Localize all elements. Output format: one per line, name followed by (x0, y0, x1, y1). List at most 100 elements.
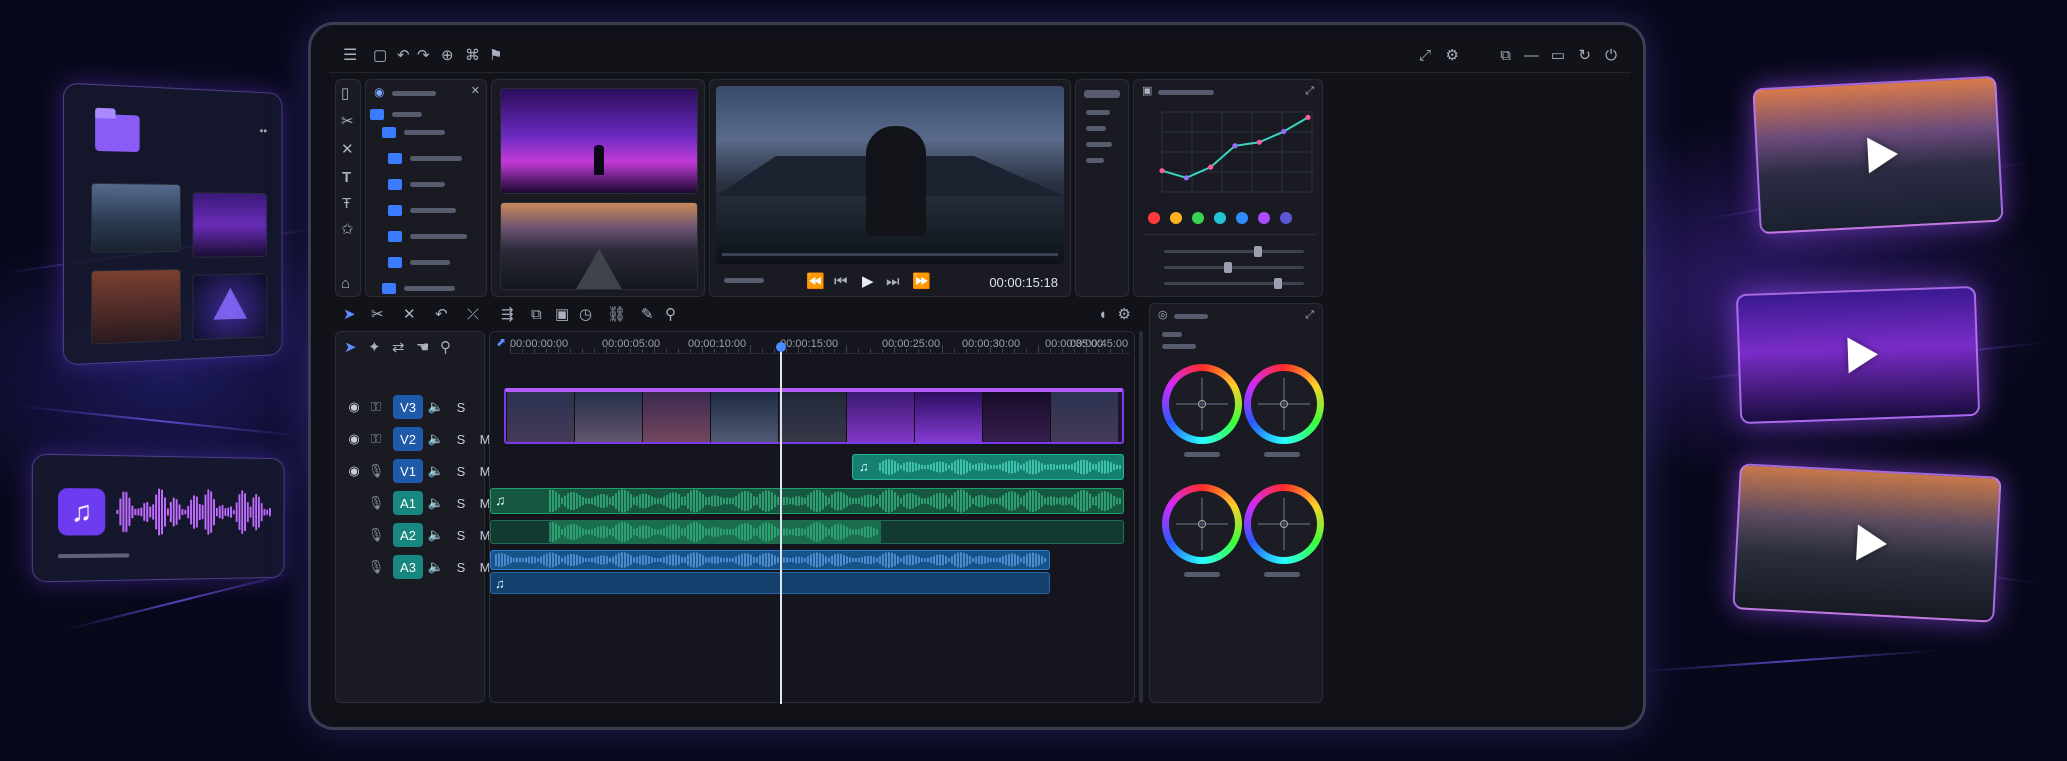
zoom-tool-icon[interactable]: ⚲ (440, 340, 451, 355)
copy-icon[interactable]: ⧉ (531, 307, 542, 322)
speaker-icon[interactable]: 🔈 (423, 495, 449, 511)
offset-color-wheel[interactable] (1244, 484, 1324, 564)
video-clip-thumbnail[interactable] (506, 392, 574, 444)
adjust-slider[interactable] (1164, 266, 1304, 269)
solo-button[interactable]: S (449, 400, 473, 415)
trim-icon[interactable]: ⤫ (467, 307, 479, 322)
video-clip-thumbnail[interactable] (914, 392, 982, 444)
folder-icon[interactable] (95, 114, 140, 152)
gamma-color-wheel[interactable] (1244, 364, 1324, 444)
audio-clip-a3[interactable]: ♫ (490, 572, 1050, 594)
folder-tree-item[interactable] (388, 152, 478, 166)
solo-button[interactable]: S (449, 464, 473, 479)
speaker-icon[interactable]: 🔈 (423, 527, 449, 543)
curves-graph[interactable] (1144, 104, 1314, 200)
solo-button[interactable]: S (449, 496, 473, 511)
microphone-icon[interactable]: 🎙 (365, 559, 387, 575)
arrow-pointer-icon[interactable]: ➤ (343, 307, 356, 322)
media-thumb-lake[interactable] (91, 183, 181, 253)
video-clip-thumbnail[interactable] (846, 392, 914, 444)
play-icon[interactable] (1856, 525, 1888, 563)
microphone-icon[interactable]: 🎙 (365, 527, 387, 543)
solo-button[interactable]: S (449, 560, 473, 575)
speaker-icon[interactable]: 🔈 (423, 431, 449, 447)
time-ruler[interactable]: 00:00:00:00 00:00:05:00 00:00:10:00 00:00:1… (510, 332, 1130, 354)
step-forward-icon[interactable]: ⏭ (886, 274, 900, 289)
minimize-icon[interactable]: — (1524, 48, 1539, 63)
flag-icon[interactable]: ⚑ (489, 48, 502, 63)
viewer-progress[interactable] (722, 253, 1058, 256)
effects-icon[interactable]: ✩ (341, 222, 354, 237)
inspector-tab[interactable] (1084, 90, 1120, 98)
audio-clip-a3-wave[interactable] (490, 550, 1050, 570)
video-card-mountain[interactable] (1752, 76, 2003, 235)
video-clip-thumbnail[interactable] (1050, 392, 1118, 444)
microphone-icon[interactable]: 🎙 (365, 495, 387, 511)
speaker-icon[interactable]: 🔈 (423, 463, 449, 479)
razor-icon[interactable]: ✕ (403, 307, 416, 322)
redo-icon[interactable]: ↷ (417, 48, 430, 63)
folder-tree-item[interactable] (388, 230, 478, 244)
audio-clip-music[interactable]: ♫ (852, 454, 1124, 480)
video-clip-thumbnail[interactable] (574, 392, 642, 444)
text-tool-icon[interactable]: T (342, 170, 351, 185)
restore-icon[interactable]: ▭ (1551, 48, 1565, 63)
video-card-road[interactable] (1732, 463, 2001, 623)
lock-icon[interactable]: ⚿ (365, 431, 387, 447)
select-tool-icon[interactable]: ➤ (344, 340, 357, 355)
hand-tool-icon[interactable]: ☚ (416, 340, 429, 355)
video-clip-thumbnail[interactable] (982, 392, 1050, 444)
video-clip-thumbnail[interactable] (710, 392, 778, 444)
step-back-icon[interactable]: ⏮ (834, 274, 848, 289)
hamburger-icon[interactable]: ☰ (343, 48, 357, 64)
eye-icon[interactable]: ◉ (343, 399, 365, 415)
track-name-badge[interactable]: A3 (393, 555, 423, 579)
play-icon[interactable] (1847, 336, 1878, 373)
link-icon[interactable]: ⛓ (607, 307, 626, 322)
lift-color-wheel[interactable] (1162, 364, 1242, 444)
color-swatch[interactable] (1214, 212, 1226, 224)
playhead[interactable] (780, 346, 782, 704)
color-swatch[interactable] (1192, 212, 1204, 224)
pen-icon[interactable]: ✎ (641, 307, 654, 322)
lock-icon[interactable]: ⚿ (365, 399, 387, 415)
music-note-icon[interactable]: ♫ (58, 488, 105, 535)
track-name-badge[interactable]: V1 (393, 459, 423, 483)
source-clip-road[interactable] (500, 202, 698, 290)
solo-button[interactable]: S (449, 528, 473, 543)
video-card-city[interactable] (1736, 286, 1980, 424)
new-file-icon[interactable]: ▯ (341, 86, 349, 101)
folder-tree-item[interactable] (382, 126, 472, 140)
eye-icon[interactable]: ◉ (343, 463, 365, 479)
undo-icon[interactable]: ↶ (397, 48, 410, 63)
collapse-icon[interactable]: ✕ (471, 86, 480, 97)
rewind-icon[interactable]: ⏪ (806, 274, 825, 289)
sync-icon[interactable]: ↻ (1578, 48, 1591, 63)
color-swatch[interactable] (1280, 212, 1292, 224)
clock-icon[interactable]: ◷ (579, 307, 592, 322)
image-icon[interactable]: ▣ (555, 307, 569, 322)
adjust-slider[interactable] (1164, 282, 1304, 285)
magnet-icon[interactable]: ⊕ (441, 48, 454, 63)
microphone-icon[interactable]: 🎙 (365, 463, 387, 479)
scissors-icon[interactable]: ✂ (371, 307, 384, 322)
volume-icon[interactable]: ◖ (1098, 307, 1107, 322)
video-clip-thumbnail[interactable] (778, 392, 846, 444)
video-clip-strip[interactable] (504, 388, 1124, 444)
speaker-icon[interactable]: 🔈 (423, 399, 449, 415)
eye-icon[interactable]: ◉ (343, 431, 365, 447)
playhead-handle[interactable] (776, 342, 786, 352)
timeline-scrollbar[interactable] (1139, 331, 1143, 703)
window-icon[interactable]: ⧉ (1500, 48, 1511, 63)
zoom-icon[interactable]: ⚲ (665, 307, 676, 322)
folder-tree-item[interactable] (370, 108, 460, 122)
track-name-badge[interactable]: V2 (393, 427, 423, 451)
settings-icon[interactable]: ⚙ (1446, 48, 1459, 63)
settings-icon[interactable]: ⚙ (1118, 307, 1131, 322)
video-clip-thumbnail[interactable] (642, 392, 710, 444)
audio-clip-a1[interactable]: ♫ (490, 488, 1124, 514)
folder-tree-item[interactable] (388, 178, 478, 192)
folder-tree-item[interactable] (382, 282, 472, 296)
track-name-badge[interactable]: A1 (393, 491, 423, 515)
speaker-icon[interactable]: 🔈 (423, 559, 449, 575)
